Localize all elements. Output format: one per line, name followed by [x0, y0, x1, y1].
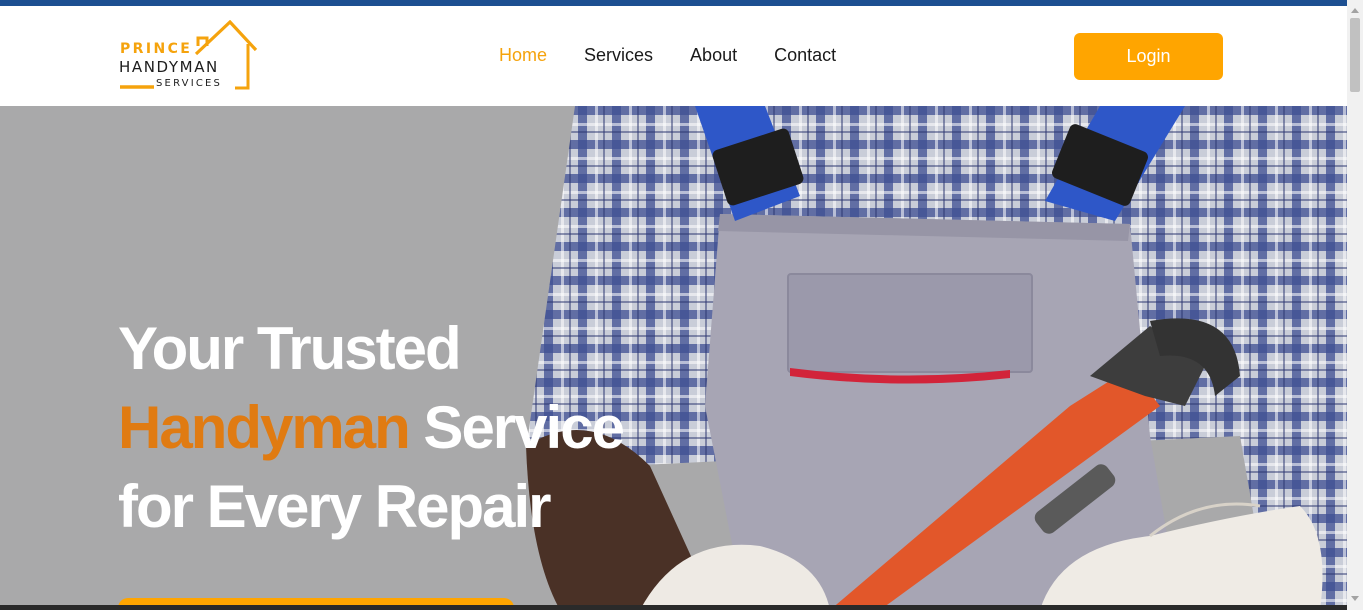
bottom-edge: [0, 605, 1347, 610]
nav-about-link[interactable]: About: [690, 45, 737, 66]
logo-text-services: SERVICES: [156, 78, 223, 89]
hero-title-line-1: Your Trusted: [118, 315, 462, 382]
site-header: PRINCE HANDYMAN SERVICES Home Services A…: [0, 6, 1347, 106]
page: PRINCE HANDYMAN SERVICES Home Services A…: [0, 0, 1363, 610]
login-button[interactable]: Login: [1074, 33, 1223, 80]
scroll-down-arrow-icon[interactable]: [1351, 596, 1359, 601]
hero-title-line-2-rest: Service: [408, 394, 625, 461]
vertical-scrollbar[interactable]: [1347, 0, 1363, 610]
hero-title-accent: Handyman: [118, 394, 411, 461]
scrollbar-thumb[interactable]: [1350, 18, 1360, 92]
main-nav: Home Services About Contact: [499, 45, 873, 66]
scroll-up-arrow-icon[interactable]: [1351, 8, 1359, 13]
hero-section: Your Trusted Handyman Service for Every …: [0, 106, 1347, 610]
logo-text-prince: PRINCE: [120, 41, 193, 57]
hero-title: Your Trusted Handyman Service for Every …: [118, 309, 625, 546]
nav-home-link[interactable]: Home: [499, 45, 547, 66]
hero-title-line-2: Handyman Service: [118, 388, 625, 467]
hero-title-line-3: for Every Repair: [118, 473, 552, 540]
nav-services-link[interactable]: Services: [584, 45, 653, 66]
logo[interactable]: PRINCE HANDYMAN SERVICES: [118, 20, 263, 92]
nav-contact-link[interactable]: Contact: [774, 45, 836, 66]
logo-text-handyman: HANDYMAN: [119, 58, 219, 76]
